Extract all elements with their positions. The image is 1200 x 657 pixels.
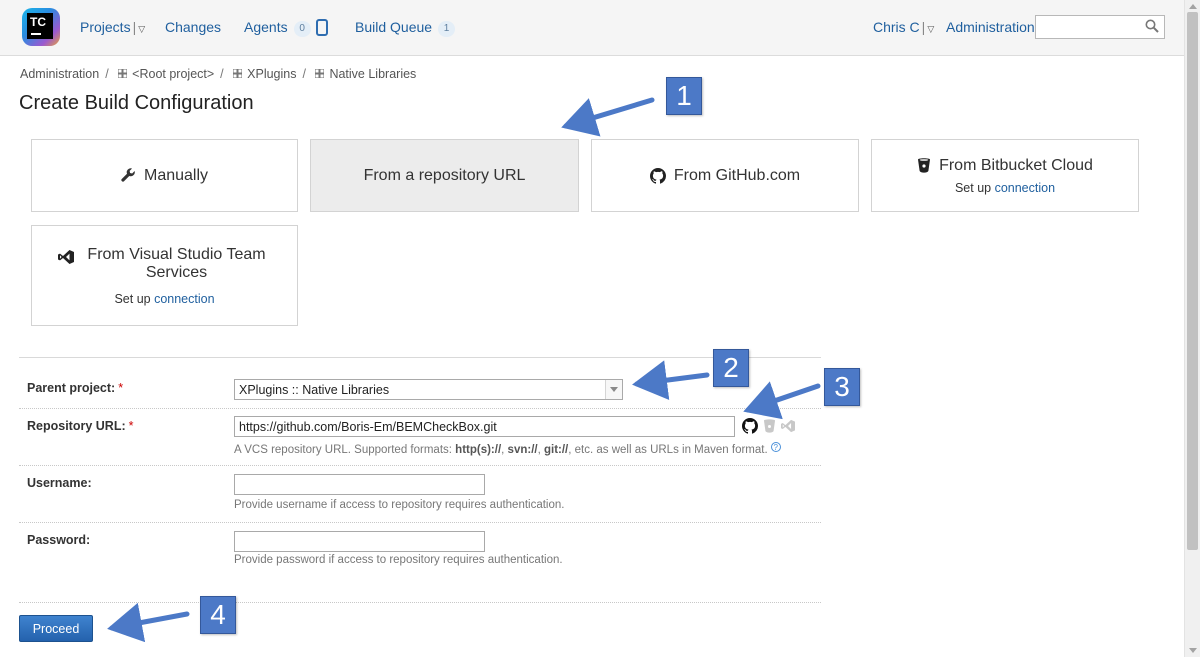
breadcrumb-administration[interactable]: Administration (20, 67, 99, 81)
user-name: Chris C (873, 19, 920, 35)
repository-url-note: A VCS repository URL. Supported formats:… (234, 442, 781, 456)
chevron-down-icon[interactable]: ▽ (927, 24, 934, 34)
tile-repository-url[interactable]: From a repository URL (310, 139, 579, 212)
scroll-up-arrow[interactable] (1189, 4, 1197, 9)
vsts-setup: Set up connection (114, 292, 214, 306)
scroll-thumb[interactable] (1187, 12, 1198, 550)
search-input[interactable] (1035, 15, 1165, 39)
tile-visual-studio[interactable]: From Visual Studio Team Services Set up … (31, 225, 298, 326)
annotation-arrow-3 (743, 381, 821, 420)
vcs-icons (742, 418, 795, 434)
form-divider (19, 357, 821, 358)
bitbucket-setup: Set up connection (955, 181, 1055, 195)
tile-visual-studio-label: From Visual Studio Team Services (87, 245, 266, 281)
vsts-connection-link[interactable]: connection (154, 292, 214, 306)
nav-agents[interactable]: Agents 0 (244, 19, 328, 37)
username-label: Username: (27, 476, 92, 490)
scroll-down-arrow[interactable] (1189, 648, 1197, 653)
nav-agents-label: Agents (244, 19, 288, 35)
grid-icon (118, 69, 128, 78)
username-note: Provide username if access to repository… (234, 499, 565, 511)
password-note: Provide password if access to repository… (234, 554, 563, 566)
annotation-arrow-2 (632, 360, 710, 401)
setup-prefix: Set up (114, 291, 151, 306)
help-icon[interactable]: ? (770, 442, 781, 452)
annotation-arrow-4 (107, 602, 190, 643)
setup-prefix: Set up (954, 180, 992, 195)
tile-github-label: From GitHub.com (673, 166, 801, 184)
tile-manually-label: Manually (143, 166, 209, 184)
nav-build-queue[interactable]: Build Queue 1 (355, 19, 456, 37)
tile-bitbucket[interactable]: From Bitbucket Cloud Set up connection (871, 139, 1139, 212)
callout-2: 2 (713, 349, 749, 387)
visual-studio-icon (57, 249, 74, 264)
repository-url-input[interactable] (234, 416, 735, 437)
github-icon (649, 167, 666, 184)
nav-projects-label: Projects (80, 19, 131, 35)
nav-administration[interactable]: Administration (946, 19, 1035, 35)
chevron-down-icon[interactable] (605, 380, 622, 399)
row-divider (19, 408, 821, 409)
grid-icon (315, 69, 325, 78)
github-icon[interactable] (742, 418, 758, 434)
parent-project-select[interactable]: XPlugins :: Native Libraries (234, 379, 623, 400)
required-mark: * (128, 419, 134, 433)
breadcrumb: Administration / <Root project> / XPlugins… (20, 67, 417, 81)
proceed-button[interactable]: Proceed (19, 615, 93, 642)
teamcity-logo[interactable]: TC (22, 8, 60, 46)
agents-count-badge: 0 (293, 21, 311, 37)
page-scrollbar[interactable] (1184, 0, 1200, 657)
callout-1: 1 (666, 77, 702, 115)
chevron-down-icon[interactable]: ▽ (138, 24, 145, 34)
logo-text: TC (27, 13, 53, 39)
row-divider (19, 522, 821, 523)
wrench-icon (121, 168, 135, 182)
tile-repository-url-label: From a repository URL (363, 166, 526, 184)
parent-project-value: XPlugins :: Native Libraries (239, 383, 390, 397)
callout-3: 3 (824, 368, 860, 406)
repository-url-label: Repository URL: * (27, 419, 134, 433)
required-mark: * (118, 381, 124, 395)
password-label: Password: (27, 533, 91, 547)
tile-manually[interactable]: Manually (31, 139, 298, 212)
tile-github[interactable]: From GitHub.com (591, 139, 859, 212)
breadcrumb-root-project[interactable]: <Root project> (132, 67, 214, 81)
bitbucket-connection-link[interactable]: connection (995, 181, 1055, 195)
agent-status-icon (315, 19, 328, 36)
row-divider (19, 602, 821, 603)
nav-build-queue-label: Build Queue (355, 19, 433, 35)
grid-icon (233, 69, 243, 78)
build-queue-count-badge: 1 (438, 21, 456, 37)
username-input[interactable] (234, 474, 485, 495)
breadcrumb-xplugins[interactable]: XPlugins (247, 67, 296, 81)
tile-bitbucket-label: From Bitbucket Cloud (939, 156, 1093, 174)
search-icon[interactable] (1145, 19, 1159, 33)
nav-changes[interactable]: Changes (165, 19, 221, 35)
visual-studio-icon[interactable] (781, 419, 795, 433)
page-title: Create Build Configuration (19, 92, 254, 114)
bitbucket-icon[interactable] (763, 419, 776, 433)
bitbucket-icon (918, 158, 931, 173)
row-divider (19, 465, 821, 466)
annotation-arrow-1 (561, 97, 655, 137)
callout-4: 4 (200, 596, 236, 634)
password-input[interactable] (234, 531, 485, 552)
breadcrumb-native-libraries[interactable]: Native Libraries (329, 67, 416, 81)
top-navigation-bar: TC Projects | ▽ Changes Agents 0 Build Queu… (0, 0, 1184, 56)
parent-project-label: Parent project: * (27, 381, 124, 395)
nav-projects[interactable]: Projects | ▽ (80, 19, 145, 35)
user-menu[interactable]: Chris C | ▽ (873, 19, 934, 35)
